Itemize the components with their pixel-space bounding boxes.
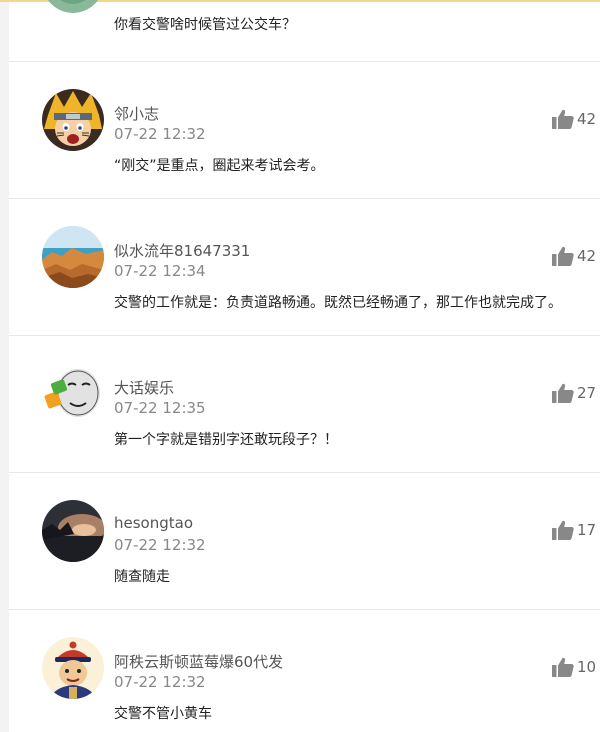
comment-timestamp: 07-22 12:32	[114, 125, 206, 143]
green-circle-avatar-icon	[47, 0, 99, 13]
comment-list: 你看交警啥时候管过公交车？ 邻小志 07-22 12:32 “刚交”是重点，圈起…	[9, 0, 600, 732]
comment-timestamp: 07-22 12:32	[114, 673, 206, 691]
avatar[interactable]	[42, 363, 104, 425]
comment-content: 第一个字就是错别字还敢玩段子？！	[114, 432, 338, 448]
comment-item: hesongtao 07-22 12:32 随查随走 17	[9, 473, 600, 610]
like-button[interactable]: 27	[552, 382, 596, 404]
avatar[interactable]	[42, 0, 104, 13]
anime-boy-avatar-icon	[42, 89, 104, 151]
thumbs-up-icon	[552, 383, 574, 403]
comment-item: 似水流年81647331 07-22 12:34 交警的工作就是：负责道路畅通。…	[9, 199, 600, 336]
comment-item: 你看交警啥时候管过公交车？	[9, 0, 600, 62]
comment-username[interactable]: 大话娱乐	[114, 377, 174, 398]
comment-content: 你看交警啥时候管过公交车？	[114, 17, 296, 33]
thumbs-up-icon	[552, 657, 574, 677]
like-button[interactable]: 42	[552, 245, 596, 267]
comment-timestamp: 07-22 12:34	[114, 262, 206, 280]
comment-content: “刚交”是重点，圈起来考试会考。	[114, 158, 325, 174]
comment-item: 阿秩云斯顿蓝莓爆60代发 07-22 12:32 交警不管小黄车 10	[9, 610, 600, 732]
comment-item: 邻小志 07-22 12:32 “刚交”是重点，圈起来考试会考。 42	[9, 62, 600, 199]
left-margin-strip	[0, 0, 9, 732]
comment-username[interactable]: 阿秩云斯顿蓝莓爆60代发	[114, 651, 283, 672]
like-button[interactable]: 17	[552, 519, 596, 541]
meme-face-avatar-icon	[42, 363, 104, 425]
comment-item: 大话娱乐 07-22 12:35 第一个字就是错别字还敢玩段子？！ 27	[9, 336, 600, 473]
comment-username[interactable]: hesongtao	[114, 514, 193, 532]
avatar[interactable]	[42, 226, 104, 288]
comment-username[interactable]: 似水流年81647331	[114, 240, 250, 261]
like-count: 42	[577, 247, 597, 265]
like-count: 10	[577, 658, 597, 676]
thumbs-up-icon	[552, 109, 574, 129]
avatar[interactable]	[42, 89, 104, 151]
like-button[interactable]: 42	[552, 108, 596, 130]
coastal-landscape-avatar-icon	[42, 226, 104, 288]
avatar[interactable]	[42, 637, 104, 699]
thumbs-up-icon	[552, 520, 574, 540]
like-count: 17	[577, 521, 597, 539]
comment-content: 交警不管小黄车	[114, 706, 212, 722]
sunset-photo-avatar-icon	[42, 500, 104, 562]
comments-page: 你看交警啥时候管过公交车？ 邻小志 07-22 12:32 “刚交”是重点，圈起…	[0, 0, 600, 732]
like-count: 27	[577, 384, 597, 402]
qing-official-cartoon-avatar-icon	[42, 637, 104, 699]
avatar[interactable]	[42, 500, 104, 562]
like-count: 42	[577, 110, 597, 128]
thumbs-up-icon	[552, 246, 574, 266]
like-button[interactable]: 10	[552, 656, 596, 678]
comment-timestamp: 07-22 12:35	[114, 399, 206, 417]
comment-timestamp: 07-22 12:32	[114, 536, 206, 554]
comment-content: 随查随走	[114, 569, 170, 585]
comment-username[interactable]: 邻小志	[114, 103, 159, 124]
comment-content: 交警的工作就是：负责道路畅通。既然已经畅通了，那工作也就完成了。	[114, 295, 562, 311]
